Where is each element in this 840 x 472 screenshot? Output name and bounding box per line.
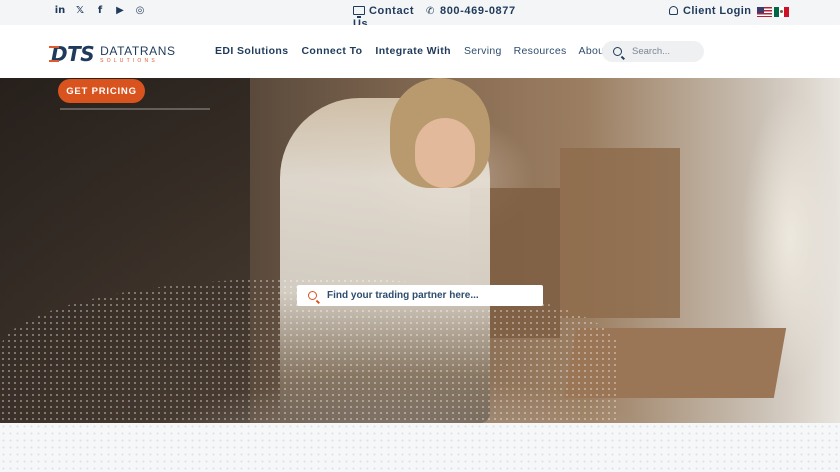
get-pricing-button[interactable]: GET PRICING <box>58 79 145 103</box>
flag-mx-icon[interactable] <box>774 7 789 17</box>
x-twitter-icon[interactable]: 𝕏 <box>75 5 85 16</box>
hero-banner <box>0 78 840 423</box>
main-header: DTS DATATRANS SOLUTIONS EDI Solutions Co… <box>0 25 840 78</box>
trading-partner-search[interactable] <box>297 285 543 306</box>
flag-us-icon[interactable] <box>757 7 772 17</box>
section-below-hero <box>0 423 840 472</box>
client-login-link[interactable]: Client Login <box>669 5 751 17</box>
logo-mark: DTS <box>48 42 95 66</box>
social-links: in 𝕏 f ▶ ◎ <box>55 5 145 16</box>
instagram-icon[interactable]: ◎ <box>135 5 145 16</box>
logo-name: DATATRANS <box>100 43 176 58</box>
user-icon <box>669 6 678 15</box>
phone-link[interactable]: ✆ 800-469-0877 <box>426 5 516 17</box>
logo-wordmark: DATATRANS SOLUTIONS <box>100 45 175 64</box>
youtube-icon[interactable]: ▶ <box>115 5 125 16</box>
nav-item-integrate-with[interactable]: Integrate With <box>375 45 451 57</box>
search-input[interactable] <box>632 46 694 57</box>
hero-photo-face <box>415 118 475 188</box>
logo-subtitle: SOLUTIONS <box>100 57 158 64</box>
phone-icon: ✆ <box>426 6 435 17</box>
header-search[interactable] <box>602 41 704 62</box>
trading-partner-input[interactable] <box>327 290 527 301</box>
nav-item-edi-solutions[interactable]: EDI Solutions <box>215 45 288 57</box>
search-icon <box>308 291 317 300</box>
bottom-dot-pattern <box>0 423 840 472</box>
search-icon <box>613 47 622 56</box>
main-nav: EDI Solutions Connect To Integrate With … <box>215 45 636 57</box>
nav-item-resources[interactable]: Resources <box>514 45 567 57</box>
monitor-icon <box>353 6 365 18</box>
facebook-icon[interactable]: f <box>95 5 105 16</box>
phone-number: 800-469-0877 <box>440 5 516 17</box>
top-utility-bar: in 𝕏 f ▶ ◎ Contact Us ✆ 800-469-0877 Clie… <box>0 0 840 30</box>
logo[interactable]: DTS DATATRANS SOLUTIONS <box>48 42 176 66</box>
linkedin-icon[interactable]: in <box>55 5 66 16</box>
hero-photo-detail <box>60 108 210 110</box>
nav-item-connect-to[interactable]: Connect To <box>301 45 362 57</box>
nav-item-serving[interactable]: Serving <box>464 45 502 57</box>
client-login-label: Client Login <box>683 5 752 17</box>
